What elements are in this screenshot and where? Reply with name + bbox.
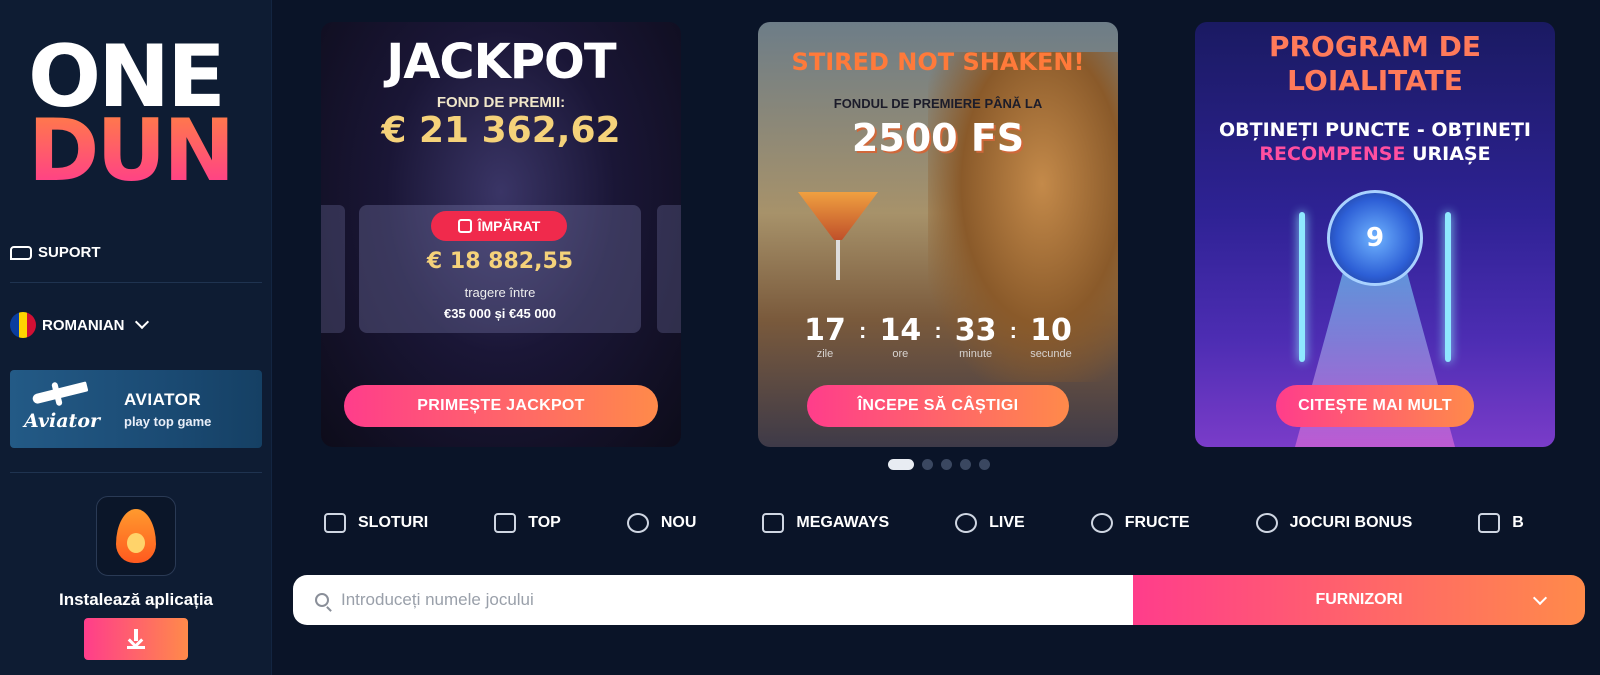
- game-search-bar: [293, 575, 1133, 625]
- megaways-icon: [762, 513, 785, 533]
- carousel-dot[interactable]: [960, 459, 971, 470]
- tier-panel-prev: [321, 205, 345, 333]
- carousel-pagination: [888, 459, 990, 470]
- tier-panel-next: [657, 205, 681, 333]
- jackpot-tier-panel: ÎMPĂRAT € 18 882,55 tragere între €35 00…: [359, 205, 641, 333]
- jackpot-subtitle: FOND DE PREMII:: [436, 94, 566, 111]
- category-live[interactable]: LIVE: [955, 513, 1025, 533]
- tournament-subtitle: FONDUL DE PREMIERE PÂNĂ LA: [833, 96, 1043, 111]
- chevron-down-icon: [1532, 590, 1548, 606]
- tournament-title: STIRED NOT SHAKEN!: [791, 48, 1085, 76]
- language-selector[interactable]: ROMANIAN: [10, 312, 149, 338]
- crown-icon: [457, 219, 472, 233]
- jackpot-title: JACKPOT: [386, 34, 616, 90]
- category-sloturi[interactable]: SLOTURI: [324, 513, 428, 533]
- aviator-logo-text: Aviator: [24, 410, 100, 432]
- chat-bubble-icon: [10, 245, 32, 260]
- category-jocuri-bonus[interactable]: JOCURI BONUS: [1255, 513, 1412, 533]
- loyalty-title: PROGRAM DE LOIALITATE: [1268, 30, 1482, 97]
- cherries-icon: [1090, 513, 1113, 533]
- carousel-dot[interactable]: [979, 459, 990, 470]
- aviator-subtitle: play top game: [124, 413, 212, 429]
- get-jackpot-button[interactable]: PRIMEȘTE JACKPOT: [344, 385, 658, 427]
- new-badge-icon: [626, 513, 649, 533]
- cocktail-illustration: [798, 192, 878, 292]
- timer-days: 17 zile: [804, 313, 846, 361]
- timer-hours: 14 ore: [879, 313, 922, 361]
- jackpot-amount: € 21 362,62: [381, 110, 621, 151]
- sidebar-divider: [10, 472, 262, 473]
- tournament-prize: 2500 FS: [851, 116, 1025, 160]
- promo-card-loyalty[interactable]: PROGRAM DE LOIALITATE OBȚINEȚI PUNCTE - …: [1195, 22, 1555, 447]
- level-badge-icon: 9: [1327, 190, 1423, 286]
- tier-note: tragere între: [464, 285, 536, 300]
- search-icon: [315, 593, 329, 607]
- logo-line2: DUN: [28, 108, 248, 194]
- search-input[interactable]: [341, 590, 1101, 610]
- countdown-timer: 17 zile : 14 ore : 33 minute : 10 secunde: [758, 313, 1118, 361]
- brand-logo[interactable]: ONE DUN: [28, 34, 248, 200]
- category-nav: SLOTURI TOP NOU MEGAWAYS LIVE FRUCTE JOC…: [324, 508, 1600, 538]
- category-megaways[interactable]: MEGAWAYS: [762, 513, 889, 533]
- support-label: SUPORT: [38, 244, 101, 261]
- promo-card-jackpot[interactable]: JACKPOT FOND DE PREMII: € 21 362,62 ÎMPĂ…: [321, 22, 681, 447]
- install-app-button[interactable]: [84, 618, 188, 660]
- install-app-label: Instalează aplicația: [58, 590, 214, 609]
- tier-badge-label: ÎMPĂRAT: [477, 218, 541, 234]
- sidebar-divider: [10, 282, 262, 283]
- support-link[interactable]: SUPORT: [10, 244, 101, 261]
- category-next[interactable]: B: [1478, 513, 1524, 533]
- sidebar: ONE DUN SUPORT ROMANIAN Aviator AVIATOR …: [0, 0, 272, 675]
- document-icon: [1478, 513, 1501, 533]
- providers-dropdown[interactable]: FURNIZORI: [1133, 575, 1585, 625]
- providers-label: FURNIZORI: [1315, 591, 1403, 608]
- carousel-dot[interactable]: [888, 459, 914, 470]
- carousel-dot[interactable]: [922, 459, 933, 470]
- slot-machine-icon: [324, 513, 346, 533]
- aviator-title: AVIATOR: [124, 389, 202, 409]
- category-fructe[interactable]: FRUCTE: [1090, 513, 1190, 533]
- aviator-banner[interactable]: Aviator AVIATOR play top game: [10, 370, 262, 448]
- neon-pillar: [1299, 212, 1305, 362]
- tier-badge: ÎMPĂRAT: [431, 211, 567, 241]
- tier-range: €35 000 și €45 000: [443, 306, 557, 321]
- start-winning-button[interactable]: ÎNCEPE SĂ CÂȘTIGI: [807, 385, 1069, 427]
- romania-flag-icon: [10, 312, 36, 338]
- tier-amount: € 18 882,55: [426, 249, 574, 274]
- money-bag-icon: [1255, 513, 1278, 533]
- download-icon: [127, 629, 145, 649]
- chevron-down-icon: [134, 314, 149, 330]
- loyalty-subtitle: OBȚINEȚI PUNCTE - OBȚINEȚI RECOMPENSE UR…: [1218, 119, 1531, 165]
- timer-minutes: 33 minute: [954, 313, 997, 361]
- timer-seconds: 10 secunde: [1030, 313, 1072, 361]
- category-nou[interactable]: NOU: [626, 513, 696, 533]
- app-flame-lion-icon: [96, 496, 176, 576]
- read-more-button[interactable]: CITEȘTE MAI MULT: [1276, 385, 1474, 427]
- aviator-plane-icon: Aviator: [10, 370, 110, 448]
- promo-card-tournament[interactable]: STIRED NOT SHAKEN! FONDUL DE PREMIERE PÂ…: [758, 22, 1118, 447]
- live-dealer-icon: [955, 513, 978, 533]
- level-number: 9: [1365, 223, 1385, 253]
- language-label: ROMANIAN: [42, 316, 125, 334]
- diamond-icon: [494, 513, 517, 533]
- carousel-dot[interactable]: [941, 459, 952, 470]
- neon-pillar: [1445, 212, 1451, 362]
- category-top[interactable]: TOP: [494, 513, 561, 533]
